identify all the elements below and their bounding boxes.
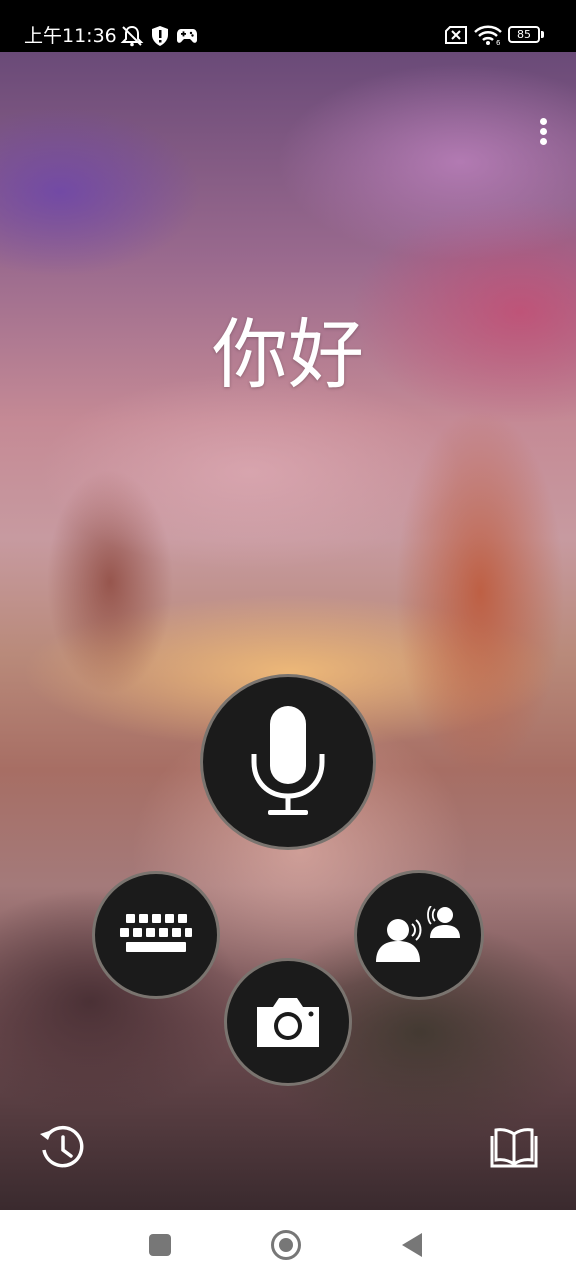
navigation-bar xyxy=(0,1210,576,1280)
camera-button[interactable] xyxy=(224,958,352,1086)
menu-dot xyxy=(540,118,547,125)
camera-icon xyxy=(257,998,319,1047)
bell-off-icon xyxy=(120,25,144,47)
translator-screen: 上午11:36 6 85 你好 xyxy=(0,0,576,1280)
menu-dot xyxy=(540,138,547,145)
history-icon xyxy=(40,1125,84,1168)
phrasebook-button[interactable] xyxy=(490,1126,538,1170)
microphone-icon xyxy=(251,706,325,815)
home-circle-icon[interactable] xyxy=(271,1230,301,1260)
shield-alert-icon xyxy=(152,26,168,46)
keyboard-icon xyxy=(120,914,192,952)
svg-text:6: 6 xyxy=(496,39,501,45)
status-bar: 上午11:36 6 85 xyxy=(0,0,576,52)
microphone-button[interactable] xyxy=(200,674,376,850)
back-triangle-icon[interactable] xyxy=(400,1232,424,1258)
battery-icon: 85 xyxy=(508,26,540,43)
more-options-button[interactable] xyxy=(530,114,558,150)
battery-nub xyxy=(541,31,544,38)
keyboard-button[interactable] xyxy=(92,871,220,999)
wifi-icon: 6 xyxy=(474,25,502,45)
history-button[interactable] xyxy=(38,1124,86,1172)
no-sim-icon xyxy=(445,26,467,44)
battery-level: 85 xyxy=(517,28,531,41)
conversation-icon xyxy=(376,906,460,962)
home-dot xyxy=(279,1238,293,1252)
status-time: 上午11:36 xyxy=(24,25,117,47)
menu-dot xyxy=(540,128,547,135)
conversation-button[interactable] xyxy=(354,870,484,1000)
recents-square-icon[interactable] xyxy=(149,1234,171,1256)
gamepad-icon xyxy=(177,29,197,43)
book-icon xyxy=(490,1128,538,1168)
greeting-text: 你好 xyxy=(212,310,364,399)
